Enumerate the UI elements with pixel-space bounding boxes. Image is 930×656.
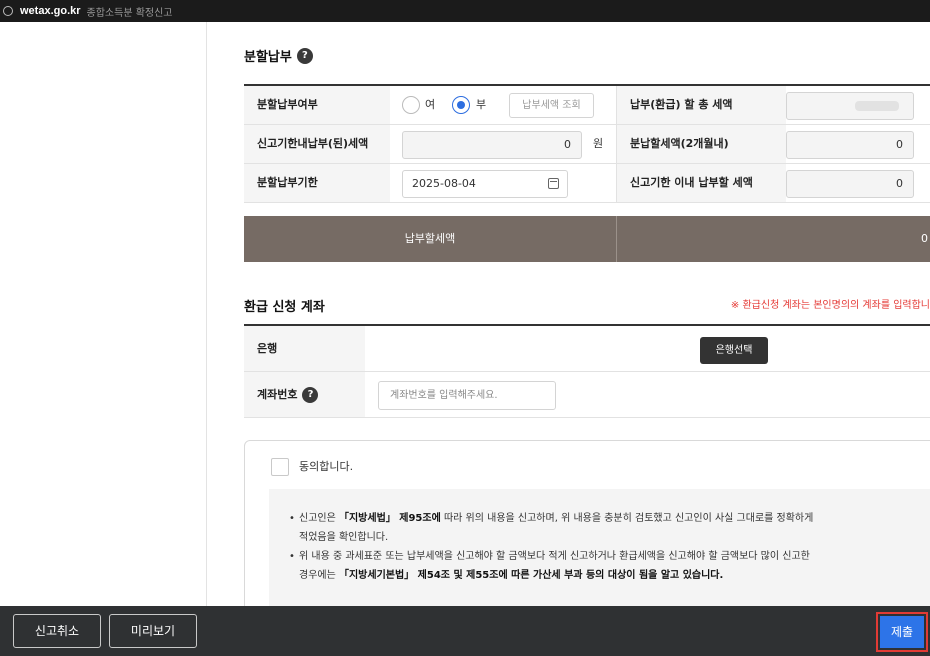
refund-notice: ※ 환급신청 계좌는 본인명의의 계좌를 입력합니 [730, 300, 930, 311]
site-domain: wetax.go.kr [20, 5, 81, 17]
consent-item-1: 신고인은 「지방세법」 제95조에 따라 위의 내용을 신고하며, 위 내용을 … [289, 509, 927, 547]
submit-button[interactable]: 제출 [880, 616, 924, 648]
divider [616, 216, 617, 262]
pay-within-deadline-field: 0 [786, 170, 914, 198]
sidebar [0, 22, 207, 606]
footer-bar: 신고취소 미리보기 제출 [0, 606, 930, 656]
consent-text: 신고인은 [299, 513, 339, 524]
installment-title-text: 분할납부 [244, 50, 292, 65]
paid-within-deadline-field: 0 [402, 131, 582, 159]
radio-no[interactable] [452, 96, 470, 114]
help-icon[interactable]: ? [296, 47, 313, 64]
payable-tax-value: 0 [921, 232, 928, 245]
tax-lookup-button[interactable]: 납부세액 조회 [509, 93, 594, 118]
paid-within-deadline-label: 신고기한내납부(된)세액 [244, 125, 390, 163]
account-number-input[interactable]: 계좌번호를 입력해주세요. [378, 381, 556, 410]
radio-no-label: 부 [476, 98, 487, 111]
help-icon[interactable]: ? [302, 386, 319, 403]
main-content: 분할납부 ? 분할납부여부 여 부 납부세액 조회 납부(환급) 할 총 세액 … [208, 22, 930, 606]
calendar-icon[interactable] [548, 178, 559, 189]
total-tax-due-label: 납부(환급) 할 총 세액 [616, 86, 786, 124]
table-row: 분할납부기한 2025-08-04 신고기한 이내 납부할 세액 0 [244, 164, 930, 203]
table-row: 은행 은행선택 [244, 326, 930, 372]
refund-account-title: 환급 신청 계좌 [244, 300, 325, 315]
consent-item-2: 위 내용 중 과세표준 또는 납부세액을 신고해야 할 금액보다 적게 신고하거… [289, 547, 927, 585]
browser-address-bar: wetax.go.kr 종합소득분 확정신고 [0, 0, 930, 22]
installment-section-title: 분할납부 ? [244, 46, 313, 65]
installment-deadline-date-field[interactable]: 2025-08-04 [402, 170, 568, 198]
table-row: 분할납부여부 여 부 납부세액 조회 납부(환급) 할 총 세액 [244, 86, 930, 125]
unit-label: 원 [593, 137, 604, 150]
consent-law-ref: 「지방세기본법」 제54조 및 제55조에 따른 가산세 부과 등의 대상이 됨… [338, 570, 724, 581]
radio-yes[interactable] [402, 96, 420, 114]
consent-law-ref: 「지방세법」 제95조에 [338, 513, 441, 524]
account-number-label: 계좌번호 ? [244, 372, 365, 417]
select-bank-button[interactable]: 은행선택 [700, 337, 768, 364]
table-row: 신고기한내납부(된)세액 0 원 분납할세액(2개월내) 0 [244, 125, 930, 164]
installment-deadline-label: 분할납부기한 [244, 164, 390, 202]
consent-checkbox[interactable] [271, 458, 289, 476]
installment-amount-field: 0 [786, 131, 914, 159]
installment-option-label: 분할납부여부 [244, 86, 390, 124]
consent-checkbox-label[interactable]: 동의합니다. [299, 458, 353, 476]
pay-within-deadline-label: 신고기한 이내 납부할 세액 [616, 164, 786, 202]
bank-label: 은행 [244, 326, 365, 371]
account-label-text: 계좌번호 [257, 388, 298, 401]
consent-text-box: 신고인은 「지방세법」 제95조에 따라 위의 내용을 신고하며, 위 내용을 … [269, 489, 930, 606]
total-tax-due-field [786, 92, 914, 120]
payable-tax-label: 납부할세액 [404, 232, 456, 245]
deadline-date-text: 2025-08-04 [412, 177, 476, 190]
bank-label-text: 은행 [257, 342, 278, 355]
installment-table: 분할납부여부 여 부 납부세액 조회 납부(환급) 할 총 세액 신고기한내납부… [244, 84, 930, 203]
masked-value [855, 101, 899, 111]
consent-text: 위 내용 중 과세표준 또는 납부세액을 신고해야 할 금액보다 적게 신고하거… [299, 551, 810, 562]
preview-button[interactable]: 미리보기 [109, 614, 197, 648]
table-row: 계좌번호 ? 계좌번호를 입력해주세요. [244, 372, 930, 418]
installment-amount-label: 분납할세액(2개월내) [616, 125, 786, 163]
consent-text: 따라 위의 내용을 신고하며, 위 내용을 충분히 검토했고 신고인이 사실 그… [440, 513, 814, 524]
radio-yes-label: 여 [425, 98, 436, 111]
cancel-report-button[interactable]: 신고취소 [13, 614, 101, 648]
payable-tax-row: 납부할세액 0 [244, 216, 930, 262]
consent-panel: 동의합니다. 신고인은 「지방세법」 제95조에 따라 위의 내용을 신고하며,… [244, 440, 930, 606]
submit-button-highlight: 제출 [876, 612, 928, 652]
refund-account-table: 은행 은행선택 계좌번호 ? 계좌번호를 입력해주세요. [244, 324, 930, 418]
consent-text: 경우에는 [299, 570, 339, 581]
site-info-icon[interactable] [3, 6, 13, 16]
consent-text: 적었음을 확인합니다. [299, 532, 389, 543]
page-title: 종합소득분 확정신고 [86, 7, 173, 19]
